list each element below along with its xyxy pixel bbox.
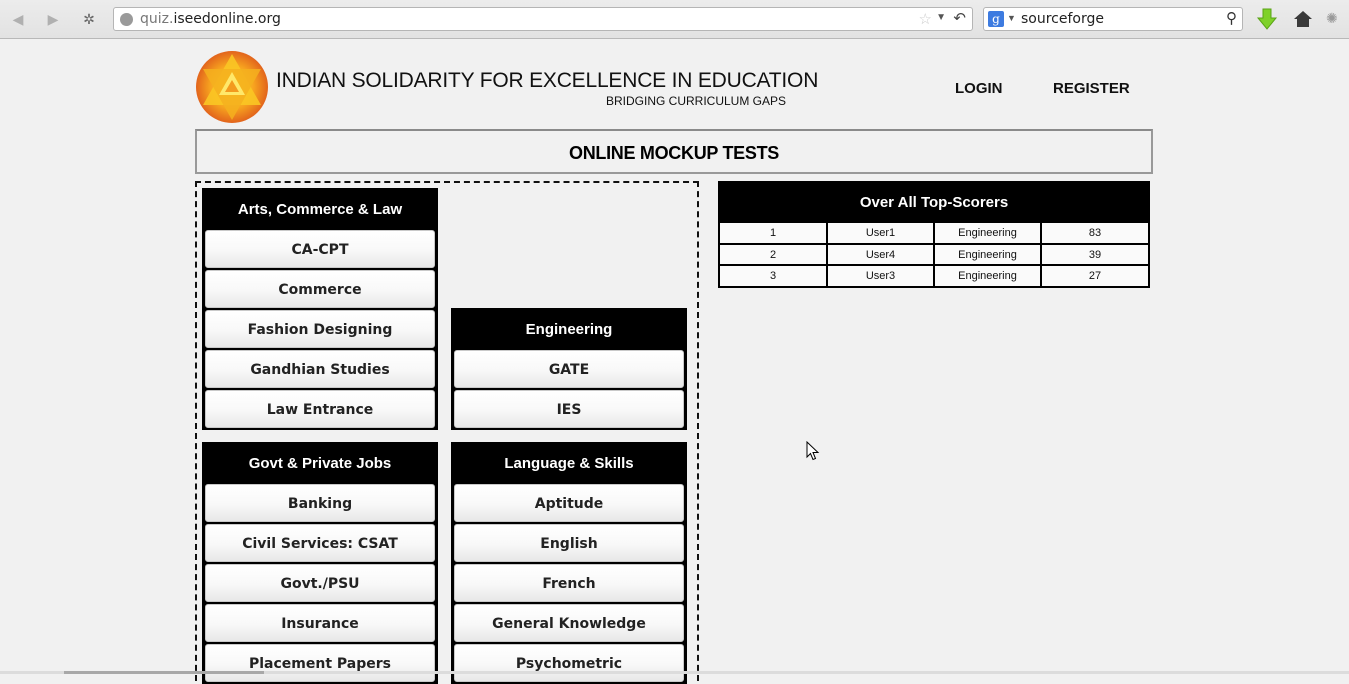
- user-cell: User1: [826, 223, 935, 245]
- test-button-law-entrance[interactable]: Law Entrance: [205, 390, 435, 428]
- table-row: 3 User3 Engineering 27: [720, 264, 1148, 286]
- history-dropdown-icon[interactable]: ▼: [936, 12, 946, 23]
- download-icon[interactable]: [1256, 7, 1278, 31]
- rank-cell: 2: [720, 243, 828, 266]
- test-button-insurance[interactable]: Insurance: [205, 604, 435, 642]
- top-scorers-panel: Over All Top-Scorers 1 User1 Engineering…: [718, 181, 1150, 288]
- page-title: ONLINE MOCKUP TESTS: [569, 143, 779, 163]
- home-icon[interactable]: [1293, 10, 1313, 28]
- test-button-french[interactable]: French: [454, 564, 684, 602]
- category-cell: Engineering: [933, 243, 1042, 266]
- test-button-aptitude[interactable]: Aptitude: [454, 484, 684, 522]
- globe-icon: [120, 13, 133, 26]
- url-domain: iseedonline.org: [173, 11, 281, 27]
- bookmark-star-icon[interactable]: ☆: [919, 10, 932, 28]
- category-language-skills: Language & Skills Aptitude English Frenc…: [451, 442, 687, 684]
- test-button-general-knowledge[interactable]: General Knowledge: [454, 604, 684, 642]
- user-cell: User3: [826, 264, 935, 286]
- addon-icon[interactable]: ✺: [1326, 10, 1344, 28]
- search-icon[interactable]: ⚲: [1226, 9, 1237, 27]
- test-button-gandhian-studies[interactable]: Gandhian Studies: [205, 350, 435, 388]
- rank-cell: 1: [720, 223, 828, 245]
- register-link[interactable]: REGISTER: [1053, 80, 1130, 97]
- forward-icon[interactable]: ▶: [43, 10, 63, 28]
- site-tagline: BRIDGING CURRICULUM GAPS: [606, 94, 787, 108]
- category-title: Govt & Private Jobs: [248, 455, 392, 472]
- score-cell: 83: [1040, 223, 1148, 245]
- search-engine-dropdown-icon[interactable]: ▼: [1007, 13, 1016, 23]
- table-row: 2 User4 Engineering 39: [720, 243, 1148, 266]
- url-text[interactable]: quiz.iseedonline.org: [140, 11, 281, 27]
- url-subdomain: quiz.: [140, 11, 174, 27]
- login-link[interactable]: LOGIN: [955, 80, 1003, 97]
- search-bar[interactable]: g ▼ sourceforge ⚲: [983, 7, 1243, 31]
- test-button-civil-services-csat[interactable]: Civil Services: CSAT: [205, 524, 435, 562]
- test-button-ca-cpt[interactable]: CA-CPT: [205, 230, 435, 268]
- user-cell: User4: [826, 243, 935, 266]
- page-banner: ONLINE MOCKUP TESTS: [195, 129, 1153, 174]
- test-button-govt-psu[interactable]: Govt./PSU: [205, 564, 435, 602]
- test-button-commerce[interactable]: Commerce: [205, 270, 435, 308]
- search-input[interactable]: sourceforge: [1021, 11, 1104, 27]
- browser-toolbar: ◀ ▶ ✲ quiz.iseedonline.org ☆ ▼ ↶ g ▼ sou…: [0, 0, 1349, 39]
- rank-cell: 3: [720, 264, 828, 286]
- category-title: Arts, Commerce & Law: [237, 201, 403, 218]
- table-row: 1 User1 Engineering 83: [720, 223, 1148, 245]
- history-icon[interactable]: ✲: [79, 10, 99, 28]
- test-button-ies[interactable]: IES: [454, 390, 684, 428]
- reload-icon[interactable]: ↶: [953, 9, 966, 27]
- test-button-fashion-designing[interactable]: Fashion Designing: [205, 310, 435, 348]
- category-engineering: Engineering GATE IES: [451, 308, 687, 430]
- category-govt-private-jobs: Govt & Private Jobs Banking Civil Servic…: [202, 442, 438, 684]
- search-engine-icon[interactable]: g: [988, 11, 1004, 27]
- category-arts-commerce-law: Arts, Commerce & Law CA-CPT Commerce Fas…: [202, 188, 438, 430]
- test-button-gate[interactable]: GATE: [454, 350, 684, 388]
- mouse-cursor-icon: [806, 441, 820, 461]
- test-button-english[interactable]: English: [454, 524, 684, 562]
- test-button-banking[interactable]: Banking: [205, 484, 435, 522]
- site-logo[interactable]: [195, 50, 269, 124]
- category-cell: Engineering: [933, 223, 1042, 245]
- url-bar[interactable]: quiz.iseedonline.org ☆ ▼ ↶: [113, 7, 973, 31]
- category-cell: Engineering: [933, 264, 1042, 286]
- site-title: INDIAN SOLIDARITY FOR EXCELLENCE IN EDUC…: [276, 69, 819, 92]
- test-button-psychometric[interactable]: Psychometric: [454, 644, 684, 682]
- top-scorers-table: 1 User1 Engineering 83 2 User4 Engineeri…: [720, 223, 1148, 286]
- category-title: Language & Skills: [504, 455, 634, 472]
- top-scorers-title: Over All Top-Scorers: [859, 194, 1009, 211]
- score-cell: 27: [1040, 264, 1148, 286]
- back-icon[interactable]: ◀: [8, 10, 28, 28]
- category-title: Engineering: [525, 321, 613, 338]
- test-button-placement-papers[interactable]: Placement Papers: [205, 644, 435, 682]
- score-cell: 39: [1040, 243, 1148, 266]
